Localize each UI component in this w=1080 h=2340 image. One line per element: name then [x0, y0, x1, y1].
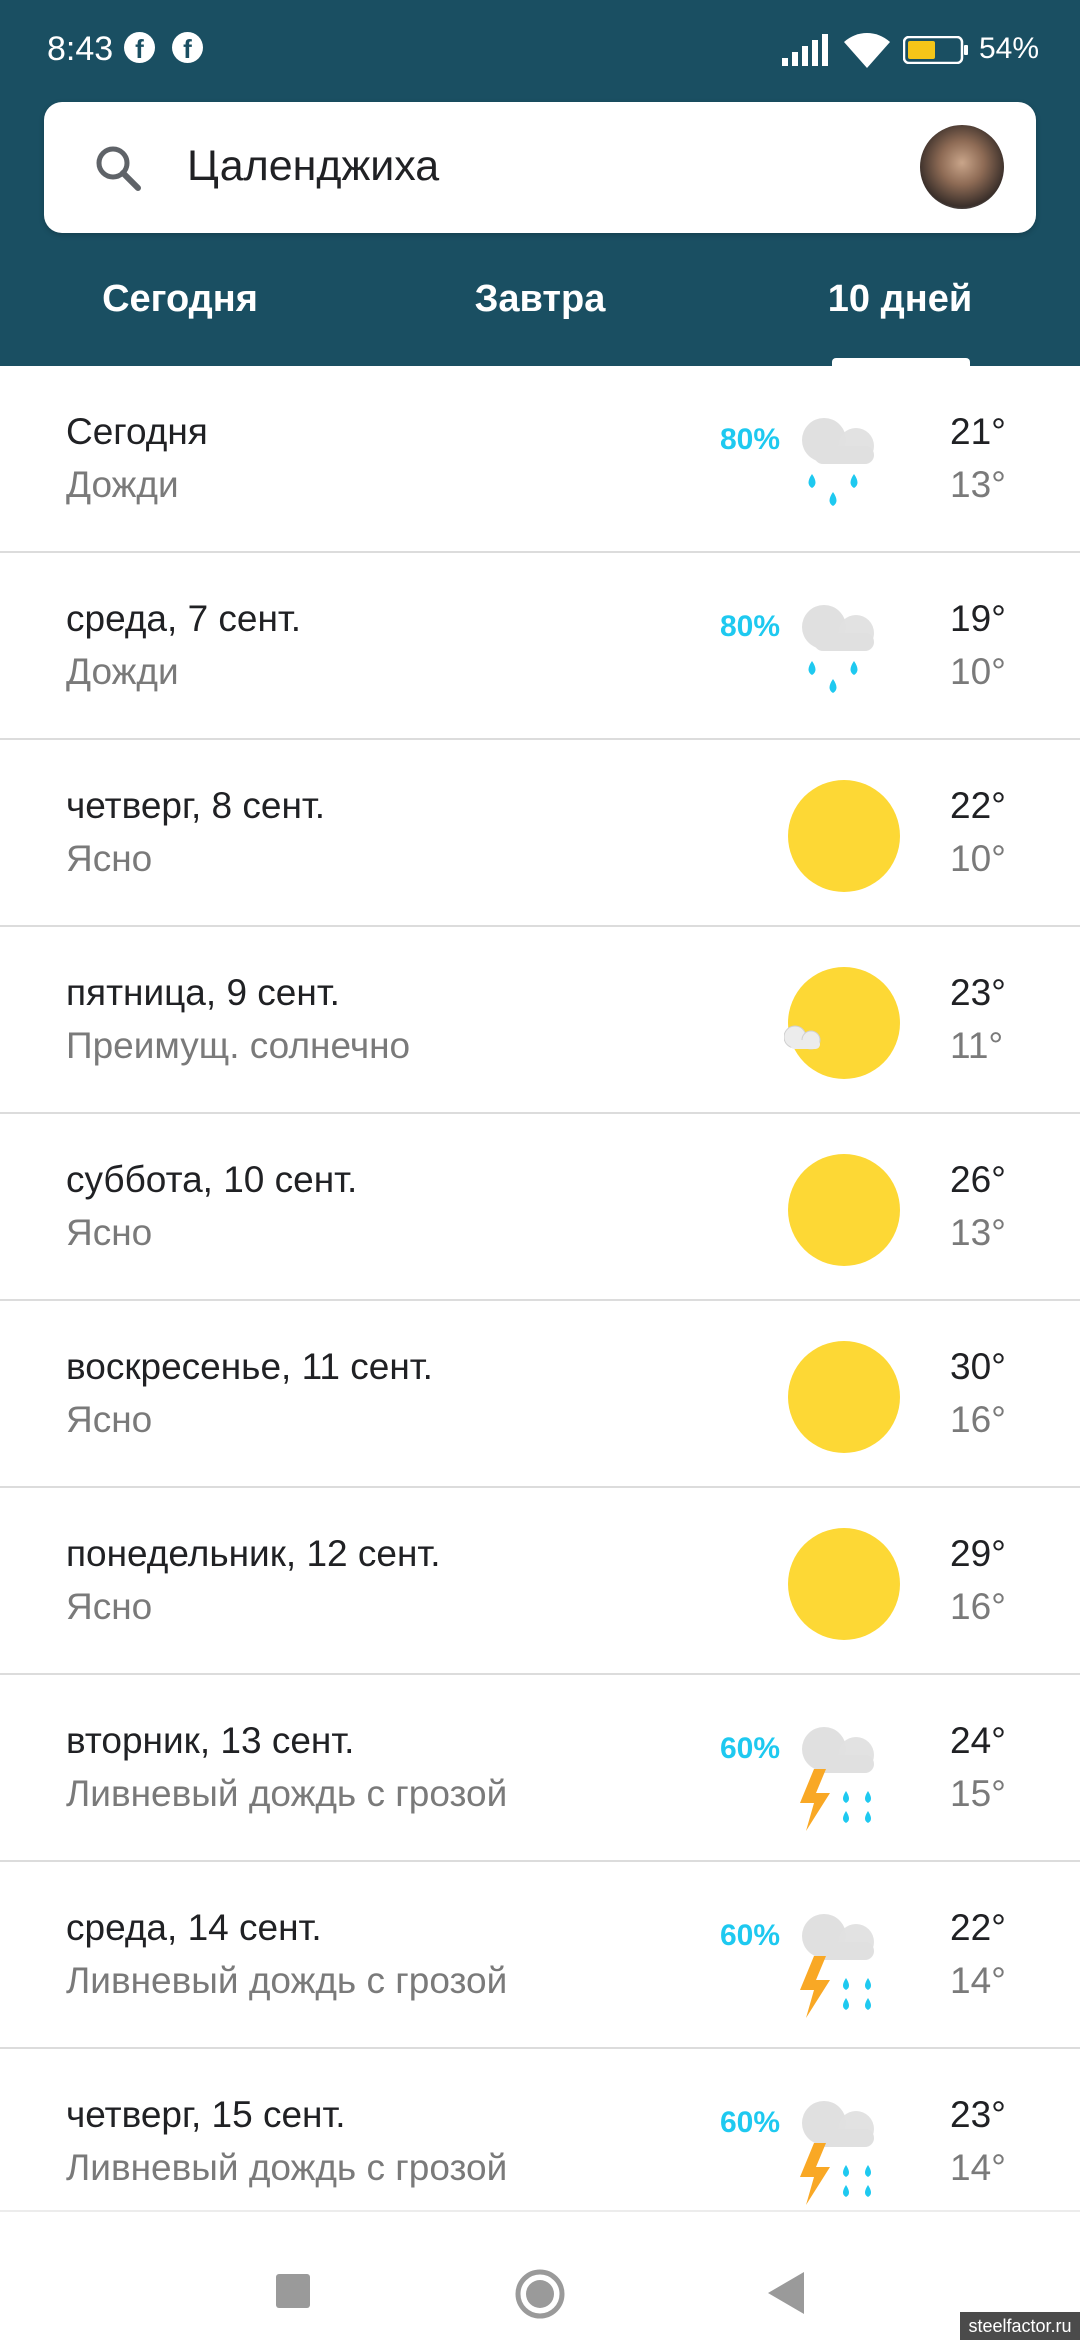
low-temp: 14° [950, 1960, 1006, 2001]
forecast-day: понедельник, 12 сент. [66, 1533, 441, 1574]
watermark: steelfactor.ru [960, 2312, 1080, 2340]
rain-icon [784, 589, 904, 709]
high-temp: 26° [950, 1159, 1006, 1200]
facebook-icon: f [172, 32, 203, 64]
forecast-condition: Преимущ. солнечно [66, 1025, 411, 1066]
wifi-icon [844, 33, 890, 68]
high-temp: 30° [950, 1346, 1006, 1387]
forecast-row[interactable]: среда, 7 сент. Дожди 80% 19° 10° [0, 553, 1080, 740]
forecast-row[interactable]: понедельник, 12 сент. Ясно 29° 16° [0, 1488, 1080, 1675]
forecast-condition: Ясно [66, 838, 153, 879]
low-temp: 16° [950, 1586, 1006, 1627]
tab-10-days[interactable]: 10 дней [780, 278, 1020, 321]
thunderstorm-icon [784, 1711, 904, 1831]
low-temp: 13° [950, 1212, 1006, 1253]
forecast-row[interactable]: Сегодня Дожди 80% 21° 13° [0, 366, 1080, 553]
forecast-day: Сегодня [66, 411, 208, 452]
forecast-condition: Ясно [66, 1586, 153, 1627]
low-temp: 10° [950, 651, 1006, 692]
recents-button[interactable] [276, 2274, 310, 2308]
avatar[interactable] [920, 125, 1004, 209]
low-temp: 15° [950, 1773, 1006, 1814]
forecast-day: четверг, 8 сент. [66, 785, 325, 826]
sun-icon [784, 1337, 904, 1457]
mostly-sunny-icon [783, 963, 904, 1083]
sun-icon [784, 1524, 904, 1644]
high-temp: 29° [950, 1533, 1006, 1574]
forecast-row[interactable]: пятница, 9 сент. Преимущ. солнечно 23° 1… [0, 927, 1080, 1114]
forecast-row[interactable]: четверг, 15 сент. Ливневый дождь с грозо… [0, 2049, 1080, 2236]
forecast-list: Сегодня Дожди 80% 21° 13° среда, 7 сент.… [0, 366, 1080, 2236]
forecast-row[interactable]: воскресенье, 11 сент. Ясно 30° 16° [0, 1301, 1080, 1488]
high-temp: 21° [950, 411, 1006, 452]
status-bar: 8:43 f f 54% [0, 0, 1080, 100]
battery-icon [903, 36, 968, 64]
low-temp: 14° [950, 2147, 1006, 2188]
precip-chance: 80% [719, 423, 780, 456]
forecast-row[interactable]: среда, 14 сент. Ливневый дождь с грозой … [0, 1862, 1080, 2049]
precip-chance: 80% [719, 610, 780, 643]
precip-chance: 60% [719, 2106, 780, 2139]
high-temp: 22° [950, 785, 1006, 826]
forecast-condition: Ливневый дождь с грозой [66, 1960, 508, 2001]
forecast-day: среда, 7 сент. [66, 598, 302, 639]
precip-chance: 60% [719, 1732, 780, 1765]
back-button[interactable] [766, 2270, 806, 2316]
forecast-row[interactable]: четверг, 8 сент. Ясно 22° 10° [0, 740, 1080, 927]
forecast-condition: Ливневый дождь с грозой [66, 1773, 508, 1814]
forecast-day: суббота, 10 сент. [66, 1159, 358, 1200]
low-temp: 13° [950, 464, 1006, 505]
precip-chance: 60% [719, 1919, 780, 1952]
high-temp: 22° [950, 1907, 1006, 1948]
forecast-day: среда, 14 сент. [66, 1907, 322, 1948]
forecast-day: воскресенье, 11 сент. [66, 1346, 433, 1387]
high-temp: 23° [950, 2094, 1006, 2135]
forecast-day: пятница, 9 сент. [66, 972, 340, 1013]
facebook-icon: f [124, 32, 155, 64]
high-temp: 23° [950, 972, 1006, 1013]
forecast-condition: Дожди [66, 651, 179, 692]
thunderstorm-icon [784, 2085, 904, 2205]
forecast-condition: Ливневый дождь с грозой [66, 2147, 508, 2188]
app-header: 8:43 f f 54% Цаленджиха Сегодня Завтра 1… [0, 0, 1080, 366]
forecast-row[interactable]: суббота, 10 сент. Ясно 26° 13° [0, 1114, 1080, 1301]
tab-indicator [832, 358, 970, 366]
battery-percent: 54% [979, 32, 1040, 65]
search-icon[interactable] [92, 142, 144, 194]
status-time: 8:43 [47, 30, 114, 68]
forecast-day: четверг, 15 сент. [66, 2094, 346, 2135]
forecast-condition: Ясно [66, 1399, 153, 1440]
high-temp: 24° [950, 1720, 1006, 1761]
location-name[interactable]: Цаленджиха [187, 142, 439, 191]
signal-icon [782, 34, 828, 66]
thunderstorm-icon [784, 1898, 904, 2018]
rain-icon [784, 402, 904, 522]
forecast-condition: Ясно [66, 1212, 153, 1253]
forecast-day: вторник, 13 сент. [66, 1720, 355, 1761]
low-temp: 11° [950, 1025, 1004, 1066]
tab-today[interactable]: Сегодня [60, 278, 300, 321]
low-temp: 10° [950, 838, 1006, 879]
sun-icon [784, 1150, 904, 1270]
sun-icon [784, 776, 904, 896]
home-button[interactable] [514, 2268, 566, 2320]
search-bar[interactable]: Цаленджиха [44, 102, 1036, 233]
forecast-row[interactable]: вторник, 13 сент. Ливневый дождь с грозо… [0, 1675, 1080, 1862]
forecast-condition: Дожди [66, 464, 179, 505]
tab-tomorrow[interactable]: Завтра [420, 278, 660, 321]
navigation-bar [0, 2210, 1080, 2340]
low-temp: 16° [950, 1399, 1006, 1440]
high-temp: 19° [950, 598, 1006, 639]
